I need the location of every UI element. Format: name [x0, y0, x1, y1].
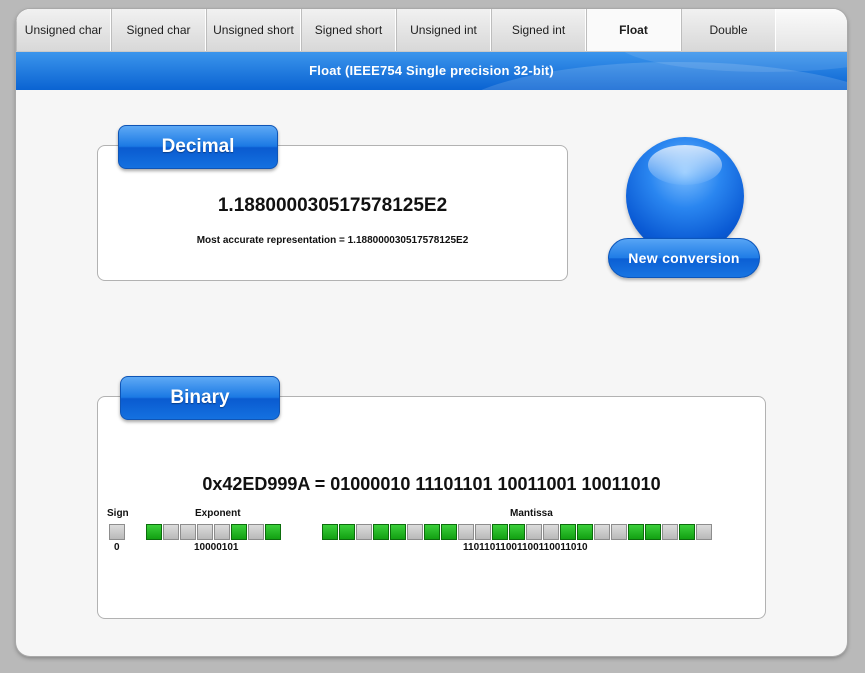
tab-float[interactable]: Float: [586, 9, 681, 51]
mantissa-bit-toggle[interactable]: [373, 524, 389, 540]
app-window: Unsigned char Signed char Unsigned short…: [16, 9, 847, 656]
mantissa-bit-toggle[interactable]: [492, 524, 508, 540]
mantissa-bit-toggle[interactable]: [458, 524, 474, 540]
mantissa-bit-toggle[interactable]: [543, 524, 559, 540]
mantissa-bit-toggle[interactable]: [424, 524, 440, 540]
sign-bit-toggle[interactable]: [109, 524, 125, 540]
mantissa-bit-toggle[interactable]: [356, 524, 372, 540]
mantissa-bit-toggle[interactable]: [339, 524, 355, 540]
exponent-bit-toggle[interactable]: [265, 524, 281, 540]
decimal-value: 1.188000030517578125E2: [217, 195, 448, 216]
sign-label: Sign: [107, 508, 129, 519]
mantissa-bit-toggle[interactable]: [441, 524, 457, 540]
mantissa-bit-toggle[interactable]: [560, 524, 576, 540]
mantissa-bit-toggle[interactable]: [696, 524, 712, 540]
mantissa-value: 11011011001100110011010: [463, 542, 588, 553]
mantissa-bit-toggle[interactable]: [407, 524, 423, 540]
mantissa-bit-toggle[interactable]: [594, 524, 610, 540]
tab-double[interactable]: Double: [681, 9, 776, 51]
mantissa-bit-toggle[interactable]: [322, 524, 338, 540]
exponent-value: 10000101: [194, 542, 239, 553]
mantissa-bit-toggle[interactable]: [645, 524, 661, 540]
exponent-bits: [146, 524, 281, 540]
accurate-representation: Most accurate representation = 1.1880000…: [196, 235, 469, 246]
mantissa-bit-toggle[interactable]: [662, 524, 678, 540]
binary-panel: 0x42ED999A = 01000010 11101101 10011001 …: [97, 396, 766, 619]
new-conversion-button[interactable]: New conversion: [608, 238, 760, 278]
tab-unsigned-char[interactable]: Unsigned char: [16, 9, 111, 51]
mantissa-bit-toggle[interactable]: [509, 524, 525, 540]
sign-value: 0: [114, 542, 120, 553]
banner-title: Float (IEEE754 Single precision 32-bit): [309, 63, 554, 78]
tab-signed-int[interactable]: Signed int: [491, 9, 586, 51]
mantissa-bit-toggle[interactable]: [390, 524, 406, 540]
tab-signed-char[interactable]: Signed char: [111, 9, 206, 51]
mantissa-label: Mantissa: [510, 508, 553, 519]
binary-heading: Binary: [120, 376, 280, 420]
tab-unsigned-int[interactable]: Unsigned int: [396, 9, 491, 51]
exponent-bit-toggle[interactable]: [180, 524, 196, 540]
hex-binary-line: 0x42ED999A = 01000010 11101101 10011001 …: [202, 474, 661, 494]
mantissa-bit-toggle[interactable]: [628, 524, 644, 540]
mantissa-bit-toggle[interactable]: [526, 524, 542, 540]
sign-bits: [109, 524, 125, 540]
mantissa-bit-toggle[interactable]: [611, 524, 627, 540]
exponent-bit-toggle[interactable]: [231, 524, 247, 540]
exponent-bit-toggle[interactable]: [214, 524, 230, 540]
exponent-bit-toggle[interactable]: [163, 524, 179, 540]
mantissa-bits: [322, 524, 712, 540]
type-banner: Float (IEEE754 Single precision 32-bit): [16, 52, 847, 90]
tab-bar: Unsigned char Signed char Unsigned short…: [16, 9, 847, 52]
tab-unsigned-short[interactable]: Unsigned short: [206, 9, 301, 51]
mantissa-bit-toggle[interactable]: [577, 524, 593, 540]
exponent-bit-toggle[interactable]: [146, 524, 162, 540]
decimal-heading: Decimal: [118, 125, 278, 169]
tab-signed-short[interactable]: Signed short: [301, 9, 396, 51]
exponent-bit-toggle[interactable]: [248, 524, 264, 540]
mantissa-bit-toggle[interactable]: [679, 524, 695, 540]
exponent-label: Exponent: [195, 508, 241, 519]
mantissa-bit-toggle[interactable]: [475, 524, 491, 540]
exponent-bit-toggle[interactable]: [197, 524, 213, 540]
